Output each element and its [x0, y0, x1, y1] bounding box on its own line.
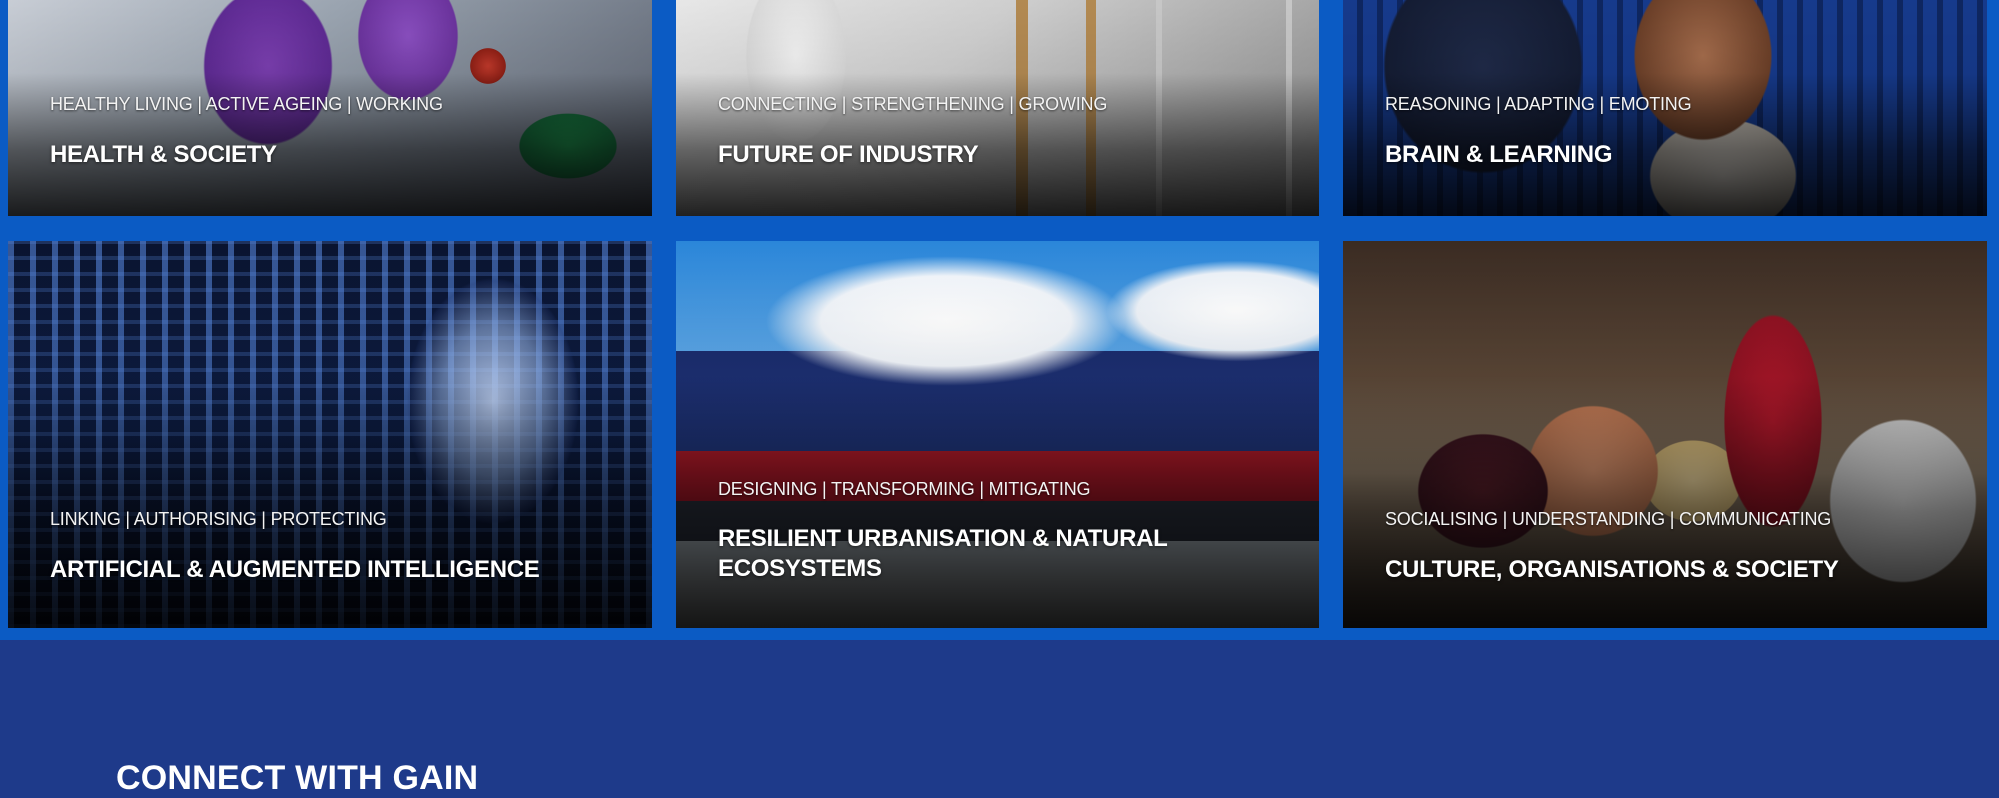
theme-card-title: RESILIENT URBANISATION & NATURAL ECOSYST…	[718, 525, 1168, 582]
theme-card-title: BRAIN & LEARNING	[1385, 141, 1613, 168]
theme-card-title: CULTURE, ORGANISATIONS & SOCIETY	[1385, 556, 1839, 583]
connect-section: CONNECT WITH GAIN	[0, 640, 1999, 797]
theme-card-culture-organisations-society[interactable]: SOCIALISING | UNDERSTANDING | COMMUNICAT…	[1343, 241, 1987, 628]
theme-card-tagline: HEALTHY LIVING | ACTIVE AGEING | WORKING	[50, 94, 443, 114]
theme-card-tagline: DESIGNING | TRANSFORMING | MITIGATING	[718, 479, 1091, 499]
research-themes-grid: HEALTHY LIVING | ACTIVE AGEING | WORKING…	[0, 0, 1999, 640]
theme-card-resilient-urbanisation[interactable]: DESIGNING | TRANSFORMING | MITIGATING RE…	[676, 241, 1319, 628]
theme-card-health-society[interactable]: HEALTHY LIVING | ACTIVE AGEING | WORKING…	[8, 0, 652, 216]
theme-card-tagline: SOCIALISING | UNDERSTANDING | COMMUNICAT…	[1385, 509, 1832, 529]
theme-card-tagline: REASONING | ADAPTING | EMOTING	[1385, 94, 1692, 114]
theme-card-tagline: CONNECTING | STRENGTHENING | GROWING	[718, 94, 1108, 114]
theme-card-title: ARTIFICIAL & AUGMENTED INTELLIGENCE	[50, 556, 540, 583]
theme-card-title: HEALTH & SOCIETY	[50, 141, 277, 168]
theme-card-artificial-augmented-intelligence[interactable]: LINKING | AUTHORISING | PROTECTING ARTIF…	[8, 241, 652, 628]
theme-card-future-of-industry[interactable]: CONNECTING | STRENGTHENING | GROWING FUT…	[676, 0, 1319, 216]
theme-card-title: FUTURE OF INDUSTRY	[718, 141, 979, 168]
theme-card-brain-learning[interactable]: REASONING | ADAPTING | EMOTING BRAIN & L…	[1343, 0, 1987, 216]
connect-heading: CONNECT WITH GAIN	[116, 759, 479, 797]
theme-card-tagline: LINKING | AUTHORISING | PROTECTING	[50, 509, 387, 529]
